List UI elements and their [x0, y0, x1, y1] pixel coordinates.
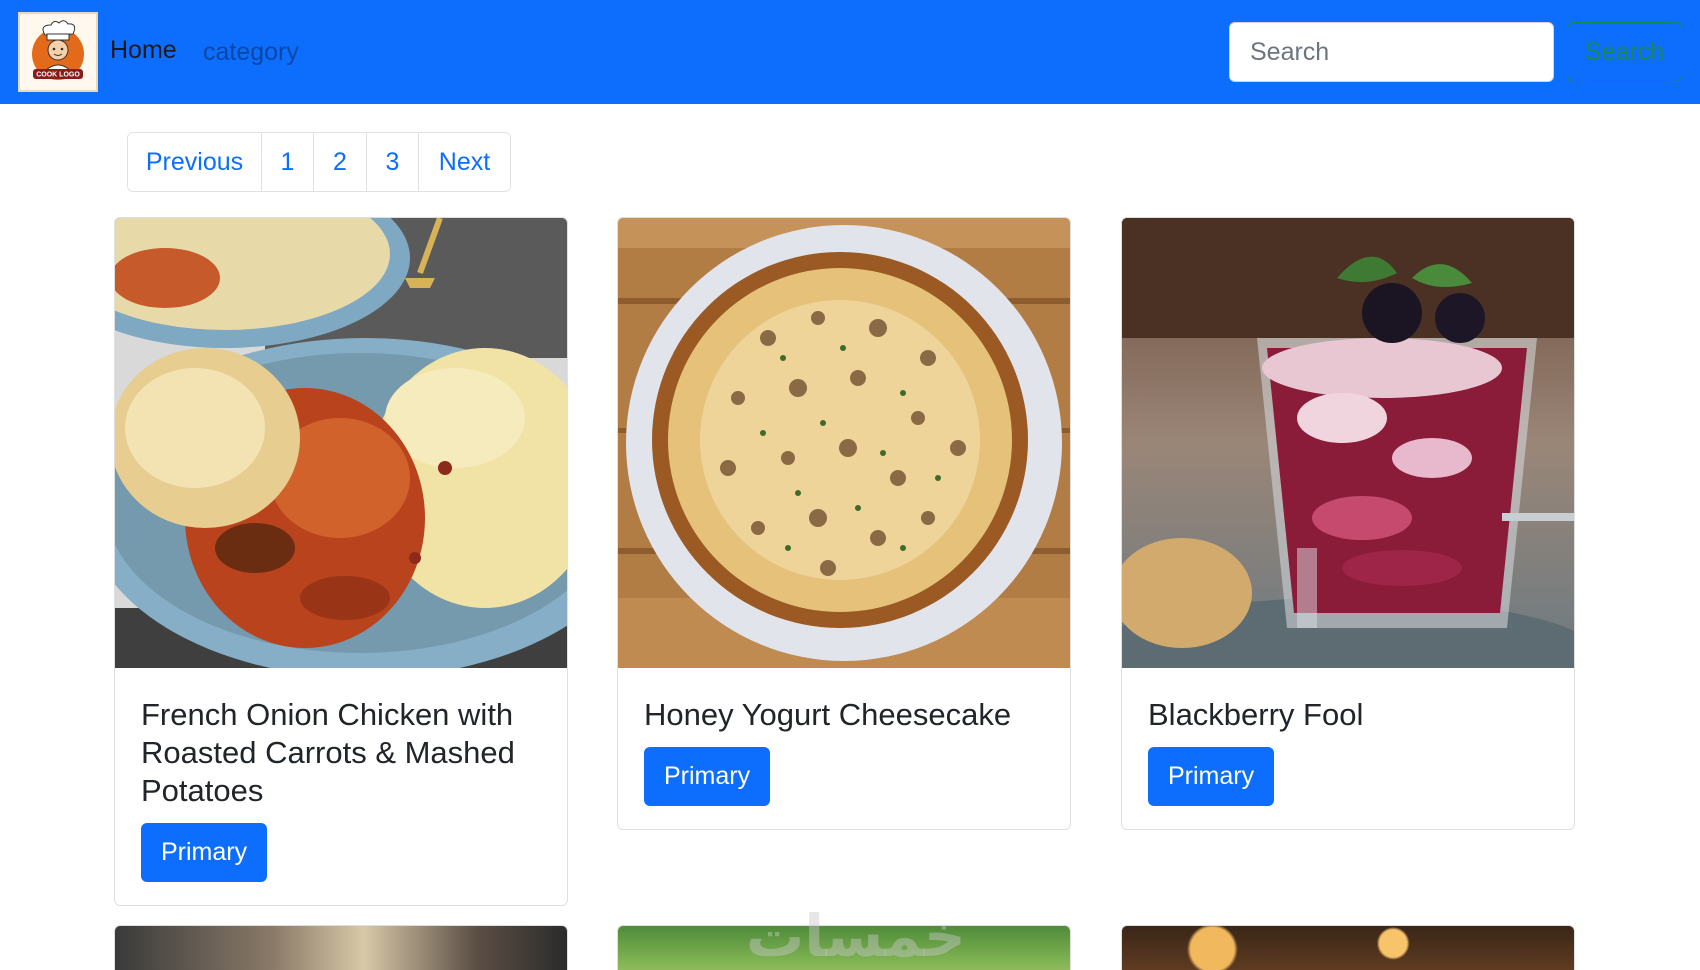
card-primary-button[interactable]: Primary	[644, 747, 771, 806]
search-input[interactable]	[1229, 22, 1554, 82]
recipe-card-partial	[114, 925, 568, 970]
card-title: Blackberry Fool	[1148, 697, 1364, 732]
pagination: Previous 1 2 3 Next	[127, 132, 511, 192]
pagination-next[interactable]: Next	[419, 133, 510, 191]
recipe-image-blackberry-fool	[1122, 218, 1574, 668]
card-title: Honey Yogurt Cheesecake	[644, 697, 1012, 732]
logo-text: COOK LOGO	[36, 72, 80, 79]
recipe-card: Blackberry Fool Primary	[1121, 217, 1575, 830]
pagination-previous[interactable]: Previous	[128, 133, 262, 191]
pagination-page-1[interactable]: 1	[262, 133, 314, 191]
card-body: Honey Yogurt Cheesecake Primary	[618, 668, 1070, 829]
card-body: Blackberry Fool Primary	[1122, 668, 1574, 829]
chef-logo-icon: COOK LOGO	[32, 20, 84, 80]
recipe-card-partial	[1121, 925, 1575, 970]
navbar: COOK LOGO Home category Search	[0, 0, 1700, 104]
card-body: French Onion Chicken with Roasted Carrot…	[115, 668, 567, 905]
recipe-card: Honey Yogurt Cheesecake Primary	[617, 217, 1071, 830]
search-button[interactable]: Search	[1567, 22, 1682, 82]
recipe-image-honey-yogurt-cheesecake	[618, 218, 1070, 668]
pagination-page-3[interactable]: 3	[367, 133, 419, 191]
card-title: French Onion Chicken with Roasted Carrot…	[141, 697, 515, 808]
card-primary-button[interactable]: Primary	[1148, 747, 1275, 806]
nav-link-home[interactable]: Home	[110, 36, 177, 65]
brand-logo[interactable]: COOK LOGO	[18, 12, 98, 92]
nav-link-category[interactable]: category	[203, 38, 299, 67]
pagination-page-2[interactable]: 2	[314, 133, 367, 191]
recipe-image-french-onion-chicken	[115, 218, 567, 668]
watermark: خمسات	[746, 904, 966, 969]
card-primary-button[interactable]: Primary	[141, 823, 268, 882]
recipe-card: French Onion Chicken with Roasted Carrot…	[114, 217, 568, 906]
